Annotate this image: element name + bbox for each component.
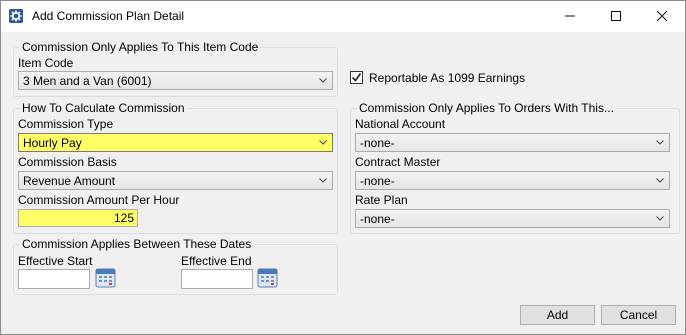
item-code-group: Commission Only Applies To This Item Cod… xyxy=(13,40,338,97)
commission-amount-value: 125 xyxy=(113,211,134,225)
effective-start-input[interactable] xyxy=(18,269,90,289)
contract-master-value: -none- xyxy=(360,174,395,188)
chevron-down-icon xyxy=(654,210,666,227)
dialog-window: Add Commission Plan Detail Commission On… xyxy=(0,0,686,335)
chevron-down-icon xyxy=(317,172,329,189)
add-button[interactable]: Add xyxy=(520,305,595,325)
item-code-select[interactable]: 3 Men and a Van (6001) xyxy=(18,71,333,90)
rate-plan-select[interactable]: -none- xyxy=(355,209,670,228)
commission-basis-label: Commission Basis xyxy=(18,155,117,169)
item-code-value: 3 Men and a Van (6001) xyxy=(23,74,152,88)
window-title: Add Commission Plan Detail xyxy=(32,9,185,23)
national-account-label: National Account xyxy=(355,117,446,131)
reportable-checkbox[interactable] xyxy=(350,71,363,84)
calendar-icon xyxy=(257,268,278,288)
chevron-down-icon xyxy=(654,172,666,189)
effective-start-label: Effective Start xyxy=(18,254,93,268)
dates-group: Commission Applies Between These Dates E… xyxy=(13,237,338,295)
item-code-group-title: Commission Only Applies To This Item Cod… xyxy=(20,40,261,54)
minimize-button[interactable] xyxy=(547,1,593,31)
commission-type-select[interactable]: Hourly Pay xyxy=(18,133,333,152)
minimize-icon xyxy=(565,15,575,17)
chevron-down-icon xyxy=(654,134,666,151)
rate-plan-label: Rate Plan xyxy=(355,193,408,207)
commission-amount-input[interactable]: 125 xyxy=(18,209,138,227)
reportable-label: Reportable As 1099 Earnings xyxy=(369,71,526,85)
commission-type-label: Commission Type xyxy=(18,117,114,131)
rate-plan-value: -none- xyxy=(360,212,395,226)
commission-basis-value: Revenue Amount xyxy=(23,174,116,188)
effective-end-calendar-button[interactable] xyxy=(257,267,278,288)
effective-end-label: Effective End xyxy=(181,254,252,268)
cancel-button[interactable]: Cancel xyxy=(601,305,676,325)
close-icon xyxy=(657,11,667,21)
gear-icon xyxy=(9,9,23,23)
title-bar: Add Commission Plan Detail xyxy=(1,1,685,31)
item-code-label: Item Code xyxy=(18,56,74,70)
orders-group-title: Commission Only Applies To Orders With T… xyxy=(357,101,616,115)
dates-group-title: Commission Applies Between These Dates xyxy=(20,237,254,251)
chevron-down-icon xyxy=(317,134,329,151)
commission-amount-label: Commission Amount Per Hour xyxy=(18,193,180,207)
close-button[interactable] xyxy=(639,1,685,31)
orders-group: Commission Only Applies To Orders With T… xyxy=(350,101,680,234)
maximize-icon xyxy=(611,11,621,21)
checkmark-icon xyxy=(351,73,362,82)
dialog-content: Commission Only Applies To This Item Cod… xyxy=(1,32,685,334)
national-account-select[interactable]: -none- xyxy=(355,133,670,152)
effective-end-input[interactable] xyxy=(181,269,253,289)
effective-start-calendar-button[interactable] xyxy=(95,267,116,288)
calculate-group: How To Calculate Commission Commission T… xyxy=(13,101,338,234)
contract-master-select[interactable]: -none- xyxy=(355,171,670,190)
calculate-group-title: How To Calculate Commission xyxy=(20,101,187,115)
maximize-button[interactable] xyxy=(593,1,639,31)
contract-master-label: Contract Master xyxy=(355,155,441,169)
national-account-value: -none- xyxy=(360,136,395,150)
commission-type-value: Hourly Pay xyxy=(23,136,82,150)
chevron-down-icon xyxy=(317,72,329,89)
commission-basis-select[interactable]: Revenue Amount xyxy=(18,171,333,190)
calendar-icon xyxy=(95,268,116,288)
